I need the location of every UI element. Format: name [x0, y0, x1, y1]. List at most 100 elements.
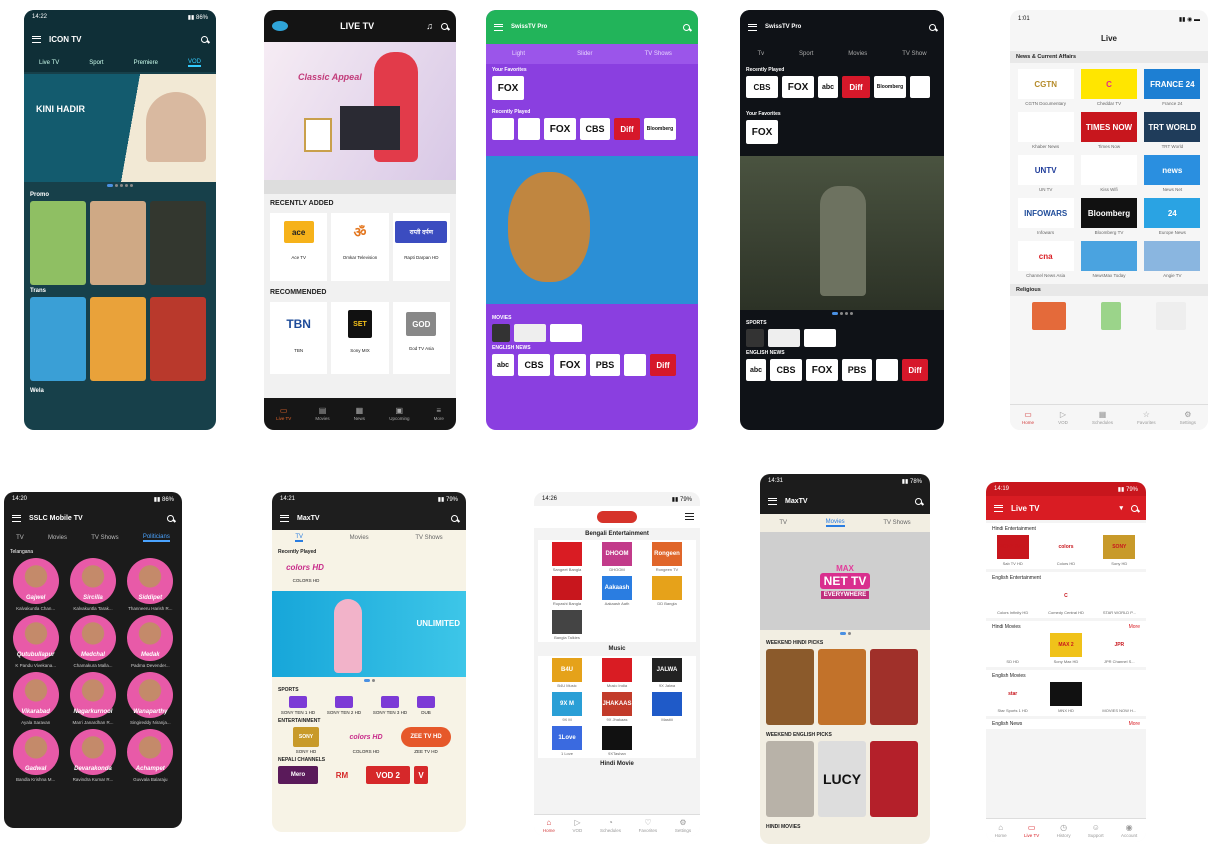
video-player[interactable]	[486, 156, 698, 304]
channel-logo-fox[interactable]: FOX	[746, 120, 778, 144]
politician-card[interactable]: Qutubullapur K Pandu Vivekana...	[7, 615, 64, 668]
nav-settings[interactable]: ⚙ Settings	[675, 818, 691, 833]
channel-card[interactable]: TIMES NOW Times Now	[1077, 112, 1140, 149]
nav-more[interactable]: ≡ More	[434, 407, 444, 422]
channel-logo-fox[interactable]: FOX	[492, 76, 524, 100]
channel-card[interactable]: Kiss Wifi	[1077, 155, 1140, 192]
movie-poster[interactable]	[818, 649, 866, 725]
movie-poster[interactable]	[766, 649, 814, 725]
channel-card[interactable]: FRANCE 24 France 24	[1141, 69, 1204, 106]
search-icon[interactable]	[167, 514, 174, 522]
channel-card[interactable]: SONY Sony HD	[1095, 535, 1143, 566]
channel-logo[interactable]	[768, 329, 800, 347]
promo-banner[interactable]: UNLIMITED	[272, 591, 466, 677]
search-icon[interactable]	[929, 23, 936, 31]
tab-tv-shows[interactable]: TV Shows	[415, 535, 442, 541]
channel-logo[interactable]	[1156, 302, 1187, 330]
promo-banner[interactable]: KINI HADIR	[24, 74, 216, 182]
nav-news[interactable]: ▦ News	[354, 407, 365, 422]
tab-light[interactable]: Light	[512, 51, 525, 57]
movie-poster[interactable]: LUCY	[818, 741, 866, 817]
nav-home[interactable]: ⌂ Home	[995, 823, 1007, 838]
politician-card[interactable]: Sircilla Kalvakuntla Tarak...	[64, 558, 121, 611]
channel-card[interactable]: news News Net	[1141, 155, 1204, 192]
tab-tv[interactable]: TV	[779, 520, 787, 526]
video-player[interactable]	[740, 156, 944, 310]
channel-card[interactable]: star Star Sports 1 HD	[989, 682, 1037, 713]
channel-logo[interactable]	[518, 118, 540, 140]
channel-card[interactable]: MAX 2 Sony Max HD	[1042, 633, 1090, 664]
more-link[interactable]: More	[1129, 721, 1140, 727]
channel-logo[interactable]: CBS	[580, 118, 610, 140]
menu-icon[interactable]	[280, 514, 289, 522]
channel-card[interactable]: Angie TV	[1141, 241, 1204, 278]
channel-card[interactable]: Music India	[592, 658, 642, 688]
poster-tile[interactable]	[150, 297, 206, 381]
channel-logo[interactable]	[1031, 302, 1066, 330]
channel-logo[interactable]: CBS	[746, 76, 778, 98]
more-link[interactable]: More	[1129, 624, 1140, 630]
channel-card[interactable]: ZEE TV HD ZEE TV HD	[398, 727, 454, 754]
nav-movies[interactable]: ▤ Movies	[315, 407, 329, 422]
nav-favorites[interactable]: ♡ Favorites	[639, 818, 658, 833]
channel-logo[interactable]: CBS	[518, 354, 550, 376]
channel-card[interactable]: JALWA 9X Jalwa	[642, 658, 692, 688]
channel-card[interactable]: 1Love 1 Love	[542, 726, 592, 756]
channel-logo[interactable]: abc	[492, 354, 514, 376]
tab-live-tv[interactable]: Live TV	[39, 60, 59, 66]
tab-sport[interactable]: Sport	[89, 60, 103, 66]
search-icon[interactable]	[441, 22, 448, 30]
channel-logo[interactable]	[1100, 302, 1121, 330]
movie-poster[interactable]	[870, 649, 918, 725]
channel-card[interactable]: colors HD COLORS HD	[338, 727, 394, 755]
nav-account[interactable]: ◉ Account	[1121, 823, 1137, 838]
promo-banner[interactable]: MAX NET TV EVERYWHERE	[760, 532, 930, 630]
politician-card[interactable]: Vikarabad Ayala Saravan	[7, 672, 64, 725]
politician-card[interactable]: Medchal Chamakura Malla...	[64, 615, 121, 668]
channel-card[interactable]: C Comedy Central HD	[1042, 584, 1090, 615]
channel-card[interactable]: INFOWARS Infowars	[1014, 198, 1077, 235]
channel-logo[interactable]	[514, 324, 546, 342]
channel-card[interactable]: colors HD COLORS HD	[278, 558, 334, 584]
tab-movies[interactable]: Movies	[350, 535, 369, 541]
channel-card[interactable]: Mastiii	[642, 692, 692, 722]
channel-logo[interactable]: FOX	[782, 76, 814, 98]
tab-tv-shows[interactable]: TV Shows	[883, 520, 910, 526]
channel-card[interactable]: SONY SONY HD	[278, 727, 334, 754]
channel-card[interactable]: DUB	[416, 696, 436, 715]
nav-schedules[interactable]: ▦ Schedules	[1092, 410, 1113, 425]
menu-icon[interactable]	[32, 35, 41, 43]
nav-favorites[interactable]: ☆ Favorites	[1137, 410, 1156, 425]
channel-card[interactable]: UNTV UN TV	[1014, 155, 1077, 192]
channel-card[interactable]: TBN TBN	[270, 302, 328, 374]
filter-icon[interactable]: ▾	[1119, 504, 1123, 512]
tab-vod[interactable]: VOD	[187, 59, 201, 67]
menu-icon[interactable]	[768, 497, 777, 505]
channel-logo[interactable]: CBS	[770, 359, 802, 381]
channel-logo[interactable]: abc	[746, 359, 766, 381]
tab-tv-shows[interactable]: TV Shows	[91, 535, 118, 541]
poster-tile[interactable]	[30, 201, 86, 285]
nav-home[interactable]: ⌂ Home	[543, 818, 555, 833]
nav-vod[interactable]: ▷ VOD	[573, 818, 583, 833]
channel-card[interactable]: MOVIES NOW H...	[1095, 682, 1143, 713]
channel-card[interactable]: STAR WORLD P...	[1095, 584, 1143, 615]
channel-logo[interactable]	[910, 76, 930, 98]
channel-card[interactable]: SD HD	[989, 633, 1037, 664]
search-icon[interactable]	[451, 514, 458, 522]
politician-card[interactable]: Achampet Guvvala Balaraju	[122, 729, 179, 782]
channel-card[interactable]: Bangla Talkies	[542, 610, 592, 640]
search-icon[interactable]	[683, 23, 690, 31]
tab-movies[interactable]: Movies	[825, 519, 845, 527]
channel-card[interactable]: JHAKAAS 9X Jhakaas	[592, 692, 642, 722]
tab-premiere[interactable]: Premiere	[134, 60, 158, 66]
channel-card[interactable]: Khaber News	[1014, 112, 1077, 149]
politician-card[interactable]: Devarakonda Ravindra Kumar R...	[64, 729, 121, 782]
tab-tv[interactable]: TV	[295, 534, 303, 542]
channel-logo[interactable]: V	[414, 766, 428, 784]
channel-card[interactable]: Colors Infinity HD	[989, 584, 1037, 615]
nav-vod[interactable]: ▷ VOD	[1058, 410, 1068, 425]
channel-card[interactable]: NewsMax Today	[1077, 241, 1140, 278]
bell-icon[interactable]: ♫	[426, 21, 433, 31]
search-icon[interactable]	[201, 35, 208, 43]
